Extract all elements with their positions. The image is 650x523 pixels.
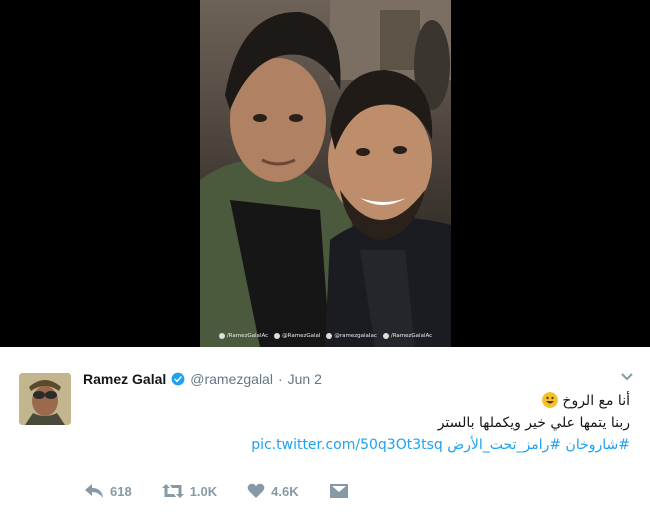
tweet-media-link[interactable]: pic.twitter.com/50q3Ot3tsq	[251, 437, 443, 453]
reply-icon	[85, 484, 103, 498]
chevron-down-icon[interactable]	[620, 372, 634, 382]
like-button[interactable]: 4.6K	[247, 483, 299, 499]
like-icon	[247, 483, 265, 498]
tweet-text: أنا مع الروخ ربنا يتمها علي خير ويكملها …	[90, 390, 630, 456]
direct-message-button[interactable]	[329, 483, 349, 499]
tweet-photo[interactable]: /RamezGalalAc @RamezGalal @ramezgalalac …	[200, 0, 451, 347]
tweet-line-2: ربنا يتمها علي خير ويكملها بالستر	[437, 415, 630, 431]
avatar-image	[19, 373, 71, 425]
like-count: 4.6K	[271, 483, 299, 499]
watermark-facebook-2: /RamezGalalAc	[382, 333, 432, 339]
tweet-header: Ramez Galal @ramezgalal · Jun 2	[83, 371, 322, 387]
retweet-icon	[161, 484, 184, 498]
hashtag-shahrukh[interactable]: #شاروخان	[566, 437, 630, 453]
facebook-icon	[382, 333, 389, 339]
smile-emoji	[541, 392, 558, 408]
watermark-instagram: @ramezgalalac	[326, 333, 377, 339]
twitter-icon	[274, 333, 281, 339]
retweet-button[interactable]: 1.0K	[161, 483, 218, 499]
avatar[interactable]	[19, 373, 71, 425]
verified-icon	[171, 372, 185, 386]
header-separator: ·	[277, 371, 283, 387]
tweet-line-3: #شاروخان #رامز_تحت_الأرض pic.twitter.com…	[90, 434, 630, 456]
photo-illustration	[200, 0, 451, 347]
photo-watermark: /RamezGalalAc @RamezGalal @ramezgalalac …	[200, 333, 451, 339]
tweet-date[interactable]: Jun 2	[288, 371, 322, 387]
instagram-icon	[326, 333, 333, 339]
tweet-actions: 618 1.0K 4.6K	[84, 483, 379, 499]
reply-count: 618	[110, 483, 132, 499]
reply-button[interactable]: 618	[84, 483, 132, 499]
watermark-facebook: /RamezGalalAc	[218, 333, 268, 339]
media-area: /RamezGalalAc @RamezGalal @ramezgalalac …	[0, 0, 650, 347]
tweet-line-1: أنا مع الروخ	[90, 390, 630, 412]
facebook-icon	[218, 333, 225, 339]
dm-icon	[329, 484, 348, 498]
hashtag-ramez[interactable]: #رامز_تحت_الأرض	[447, 437, 561, 453]
tweet-line-1-text: أنا مع الروخ	[562, 393, 630, 409]
author-name[interactable]: Ramez Galal	[83, 371, 166, 387]
author-handle[interactable]: @ramezgalal	[190, 371, 273, 387]
retweet-count: 1.0K	[189, 483, 218, 499]
watermark-twitter: @RamezGalal	[274, 333, 320, 339]
